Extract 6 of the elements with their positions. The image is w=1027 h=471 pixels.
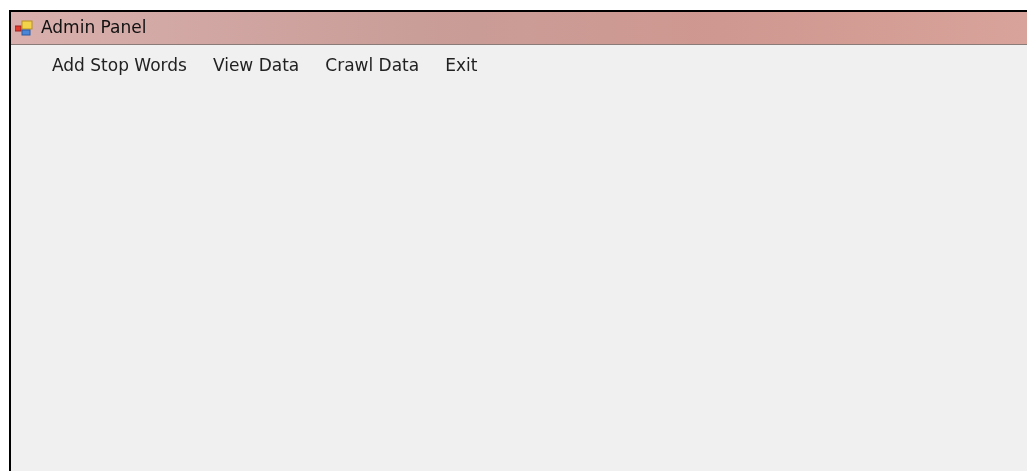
menu-item[interactable]: Exit (434, 49, 489, 83)
menu-item[interactable]: View Data (201, 49, 311, 83)
menu-item[interactable]: Crawl Data (314, 49, 431, 83)
menu-item[interactable]: Add Stop Words (41, 49, 198, 83)
window-title: Admin Panel (41, 16, 147, 40)
app-icon (15, 20, 33, 36)
